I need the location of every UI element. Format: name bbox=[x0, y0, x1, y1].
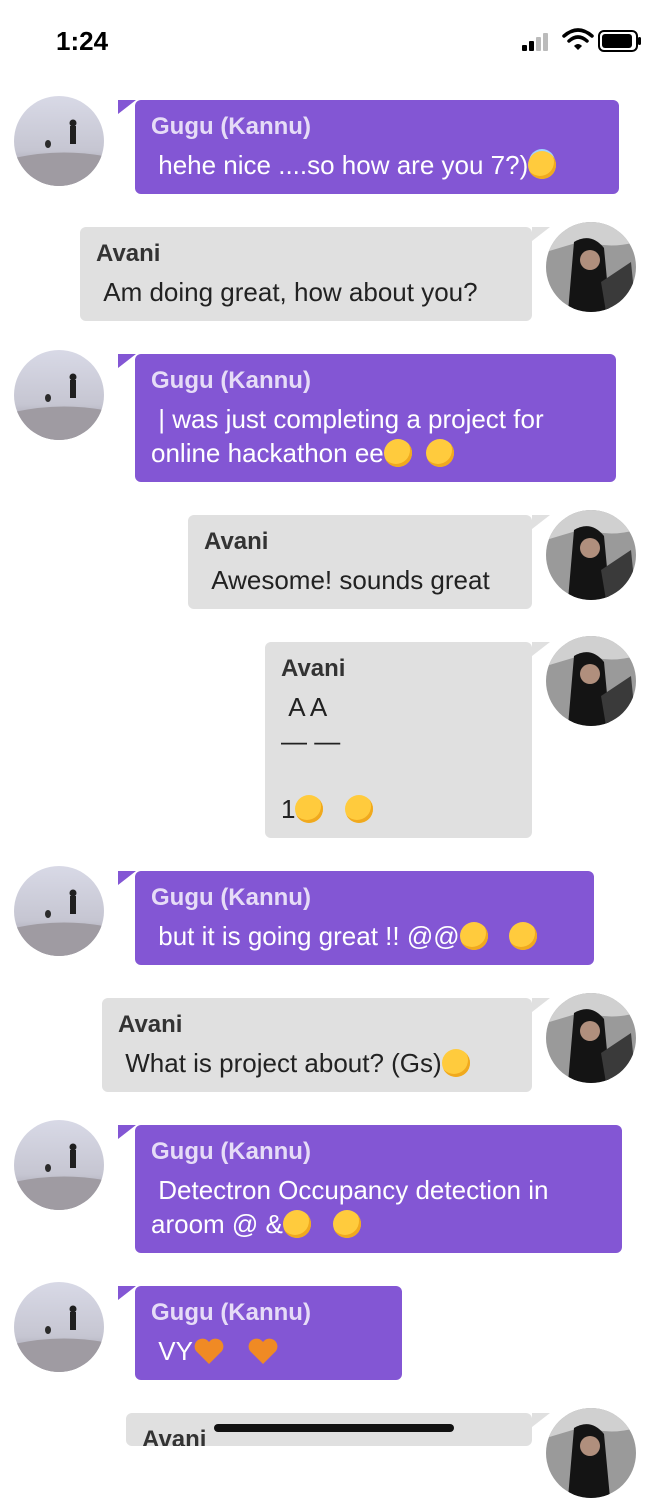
sender-name: Gugu (Kannu) bbox=[151, 113, 311, 140]
smile-face-emoji bbox=[345, 795, 374, 823]
message-text: but it is going great !! @@ bbox=[151, 919, 578, 953]
orange-heart-emoji bbox=[247, 1337, 279, 1365]
message-bubble[interactable]: Avani A A — — 1 bbox=[265, 642, 532, 838]
message-text: A A — — 1 bbox=[281, 690, 516, 826]
bubble-tail bbox=[118, 354, 136, 368]
bubble-tail bbox=[118, 1286, 136, 1300]
avatar-gugu[interactable] bbox=[14, 350, 104, 440]
home-indicator[interactable] bbox=[214, 1424, 454, 1432]
wifi-icon bbox=[562, 28, 594, 52]
bubble-tail bbox=[532, 227, 550, 241]
bubble-tail bbox=[118, 100, 136, 114]
avatar-avani[interactable] bbox=[546, 636, 636, 726]
orange-heart-emoji bbox=[193, 1337, 225, 1365]
avatar-gugu[interactable] bbox=[14, 866, 104, 956]
message-text: | was just completing a project for onli… bbox=[151, 404, 544, 468]
message-text: What is project about? (Gs) bbox=[118, 1046, 516, 1080]
bubble-tail bbox=[118, 1125, 136, 1139]
avatar-avani[interactable] bbox=[546, 510, 636, 600]
message-bubble[interactable]: Gugu (Kannu) VY bbox=[135, 1286, 402, 1380]
bubble-tail bbox=[532, 998, 550, 1012]
avatar-avani[interactable] bbox=[546, 222, 636, 312]
sender-name: Avani bbox=[281, 655, 346, 682]
avatar-gugu[interactable] bbox=[14, 96, 104, 186]
message-bubble[interactable]: Avani What is project about? (Gs) bbox=[102, 998, 532, 1092]
halo-face-emoji bbox=[528, 151, 557, 179]
sender-name: Avani bbox=[96, 240, 161, 267]
grimace-face-emoji bbox=[426, 439, 455, 467]
message-bubble[interactable]: Gugu (Kannu) hehe nice ....so how are yo… bbox=[135, 100, 619, 194]
sender-name: Avani bbox=[118, 1011, 183, 1038]
battery-icon bbox=[598, 30, 642, 52]
message-bubble[interactable]: Avani Am doing great, how about you? bbox=[80, 227, 532, 321]
sender-name: Gugu (Kannu) bbox=[151, 884, 311, 911]
bubble-tail bbox=[532, 515, 550, 529]
heart-eyes-face-emoji bbox=[282, 1210, 311, 1238]
status-bar: 1:24 bbox=[0, 0, 668, 80]
sender-name: Avani bbox=[204, 528, 269, 555]
sender-name: Gugu (Kannu) bbox=[151, 367, 311, 394]
smile-face-emoji bbox=[295, 795, 324, 823]
status-time: 1:24 bbox=[56, 26, 109, 56]
bubble-tail bbox=[532, 1413, 550, 1427]
avatar-avani[interactable] bbox=[546, 993, 636, 1083]
avatar-gugu[interactable] bbox=[14, 1120, 104, 1210]
message-bubble[interactable]: Gugu (Kannu) Detectron Occupancy detecti… bbox=[135, 1125, 622, 1253]
sender-name: Gugu (Kannu) bbox=[151, 1299, 311, 1326]
avatar-gugu[interactable] bbox=[14, 1282, 104, 1372]
message-text: Detectron Occupancy detection in aroom @… bbox=[151, 1175, 549, 1239]
relieved-face-emoji bbox=[332, 1210, 361, 1238]
message-bubble[interactable]: Gugu (Kannu) but it is going great !! @@ bbox=[135, 871, 594, 965]
message-bubble[interactable]: Avani Awesome! sounds great bbox=[188, 515, 532, 609]
bubble-tail bbox=[532, 642, 550, 656]
heart-eyes-face-emoji bbox=[459, 922, 488, 950]
kissing-face-emoji bbox=[509, 922, 538, 950]
message-bubble[interactable]: Gugu (Kannu) | was just completing a pro… bbox=[135, 354, 616, 482]
avatar-avani[interactable] bbox=[546, 1408, 636, 1498]
message-text: VY bbox=[151, 1334, 386, 1368]
cellular-signal-icon bbox=[522, 33, 554, 51]
sender-name: Gugu (Kannu) bbox=[151, 1138, 311, 1165]
grimace-face-emoji bbox=[383, 439, 412, 467]
surprised-face-emoji bbox=[441, 1049, 470, 1077]
message-text: Awesome! sounds great bbox=[204, 565, 490, 595]
message-text: hehe nice ....so how are you 7?) bbox=[151, 148, 603, 182]
bubble-tail bbox=[118, 871, 136, 885]
message-text: Am doing great, how about you? bbox=[96, 277, 478, 307]
